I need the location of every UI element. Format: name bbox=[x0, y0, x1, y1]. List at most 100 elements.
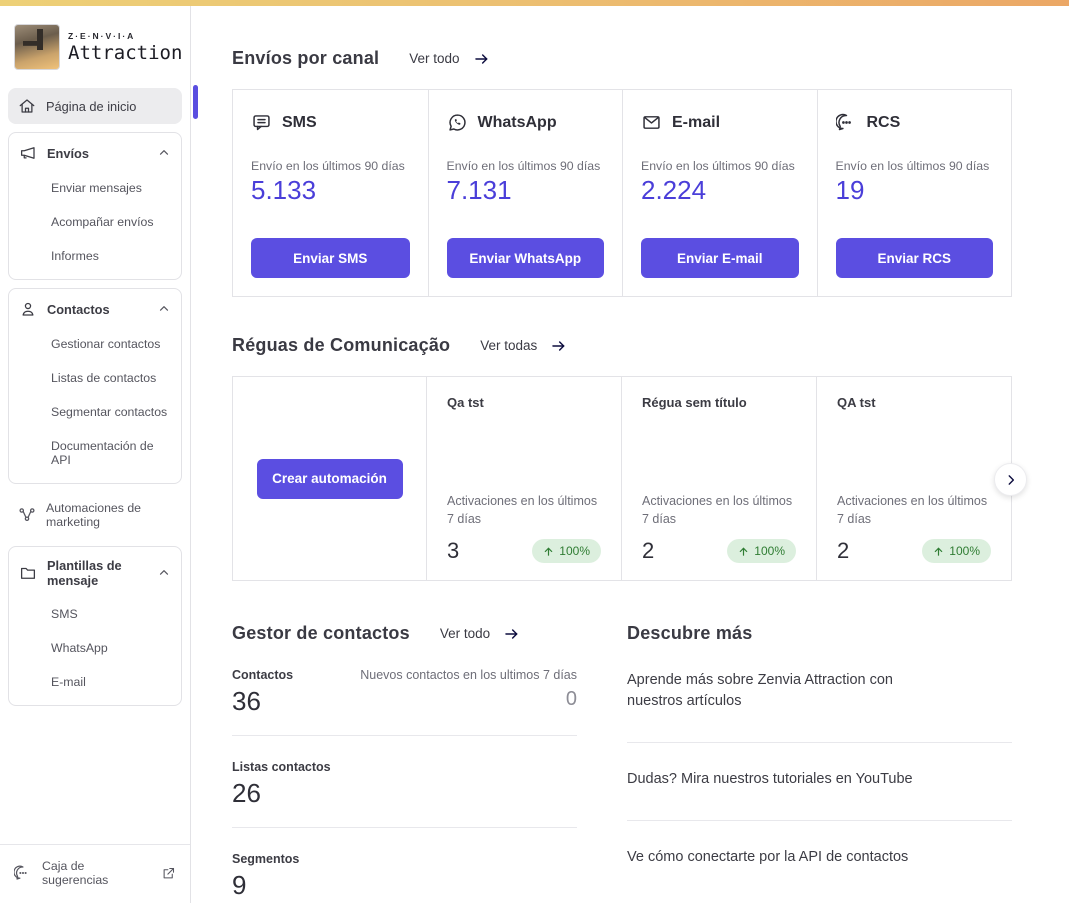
rule-card[interactable]: Régua sem título Activaciones en los últ… bbox=[621, 377, 816, 580]
whatsapp-icon bbox=[447, 112, 468, 133]
send-rcs-button[interactable]: Enviar RCS bbox=[835, 238, 993, 278]
channel-card-rcs: RCS Envío en los últimos 90 días 19 Envi… bbox=[816, 90, 1012, 296]
sidebar-item-label: Página de inicio bbox=[46, 98, 137, 114]
sidebar-item-automaciones[interactable]: Automaciones de marketing bbox=[8, 492, 182, 538]
sidebar-item-plantillas-sms[interactable]: SMS bbox=[9, 597, 181, 631]
sidebar-group-plantillas-header[interactable]: Plantillas de mensaje bbox=[9, 549, 181, 597]
rule-stat-label: Activaciones en los últimos 7 días bbox=[837, 493, 988, 526]
sidebar-group-envios-header[interactable]: Envíos bbox=[9, 135, 181, 171]
sidebar-group-envios: Envíos Enviar mensajes Acompañar envíos … bbox=[8, 132, 182, 280]
rules-section-title: Réguas de Comunicação bbox=[232, 335, 451, 355]
sidebar-group-label: Contactos bbox=[47, 301, 110, 317]
arrow-right-icon bbox=[549, 338, 569, 354]
arrow-up-icon bbox=[933, 546, 944, 557]
rule-name: QA tst bbox=[837, 395, 876, 410]
main-content: Envíos por canal Ver todo SMS Envío en l… bbox=[191, 6, 1069, 903]
channel-stat-label: Envío en los últimos 90 días bbox=[251, 159, 405, 173]
external-link-icon bbox=[161, 866, 176, 881]
rcs-icon bbox=[835, 112, 857, 133]
sms-icon bbox=[251, 112, 272, 133]
rule-create-cell: Crear automación bbox=[233, 377, 426, 580]
sidebar-group-contactos: Contactos Gestionar contactos Listas de … bbox=[8, 288, 182, 484]
rule-stat-value: 2 bbox=[837, 538, 850, 563]
channel-stat-label: Envío en los últimos 90 días bbox=[835, 159, 990, 173]
chevron-up-icon[interactable] bbox=[157, 146, 171, 160]
sidebar-item-plantillas-whatsapp[interactable]: WhatsApp bbox=[9, 631, 181, 665]
workflow-icon bbox=[18, 506, 36, 524]
stat-value: 26 bbox=[232, 778, 261, 808]
rule-stat-label: Activaciones en los últimos 7 días bbox=[642, 493, 793, 526]
sidebar: Z·E·N·V·I·A Attraction Página de inicio … bbox=[0, 6, 191, 903]
channel-stat-label: Envío en los últimos 90 días bbox=[641, 159, 795, 173]
channel-card-whatsapp: WhatsApp Envío en los últimos 90 días 7.… bbox=[427, 90, 623, 296]
rule-name: Régua sem título bbox=[642, 395, 747, 410]
create-automation-button[interactable]: Crear automación bbox=[256, 458, 403, 499]
chevron-up-icon[interactable] bbox=[157, 566, 171, 580]
arrow-up-icon bbox=[543, 546, 554, 557]
trend-badge: 100% bbox=[727, 539, 796, 563]
email-icon bbox=[641, 112, 662, 133]
channels-see-all-link[interactable]: Ver todo bbox=[409, 51, 491, 67]
person-icon bbox=[19, 300, 37, 318]
channel-card-sms: SMS Envío en los últimos 90 días 5.133 E… bbox=[233, 90, 428, 296]
trend-badge: 100% bbox=[922, 539, 991, 563]
sidebar-group-contactos-header[interactable]: Contactos bbox=[9, 291, 181, 327]
rule-stat-value: 2 bbox=[642, 538, 655, 563]
sidebar-group-plantillas: Plantillas de mensaje SMS WhatsApp E-mai… bbox=[8, 546, 182, 706]
stat-label: Segmentos bbox=[232, 852, 300, 866]
arrow-right-icon bbox=[502, 626, 522, 642]
sidebar-item-informes[interactable]: Informes bbox=[9, 239, 181, 273]
sidebar-item-segmentar-contactos[interactable]: Segmentar contactos bbox=[9, 395, 181, 429]
channel-stat-value: 19 bbox=[835, 175, 865, 205]
rule-card[interactable]: QA tst Activaciones en los últimos 7 día… bbox=[816, 377, 1011, 580]
channel-name: RCS bbox=[866, 113, 901, 131]
contacts-see-all-link[interactable]: Ver todo bbox=[440, 626, 522, 642]
sidebar-item-documentacion-api[interactable]: Documentación de API bbox=[9, 429, 181, 477]
sidebar-item-acompanar-envios[interactable]: Acompañar envíos bbox=[9, 205, 181, 239]
send-sms-button[interactable]: Enviar SMS bbox=[251, 238, 410, 278]
chevron-up-icon[interactable] bbox=[157, 302, 171, 316]
suggestion-box-link[interactable]: Caja de sugerencias bbox=[0, 844, 190, 903]
stat-side-label: Nuevos contactos en los ultimos 7 días bbox=[360, 668, 577, 682]
brand-logo-image bbox=[14, 24, 60, 70]
rules-card-row: Crear automación Qa tst Activaciones en … bbox=[232, 376, 1027, 581]
sidebar-item-gestionar-contactos[interactable]: Gestionar contactos bbox=[9, 327, 181, 361]
lists-stat-row: Listas contactos 26 bbox=[232, 736, 577, 828]
segments-stat-row: Segmentos 9 bbox=[232, 828, 577, 919]
rule-stat-value: 3 bbox=[447, 538, 460, 563]
channel-stat-label: Envío en los últimos 90 días bbox=[446, 159, 601, 173]
trend-badge: 100% bbox=[532, 539, 601, 563]
rules-see-all-link[interactable]: Ver todas bbox=[480, 338, 569, 354]
home-icon bbox=[18, 97, 36, 115]
megaphone-icon bbox=[19, 144, 37, 162]
channel-card-email: E-mail Envío en los últimos 90 días 2.22… bbox=[622, 90, 817, 296]
sidebar-item-plantillas-email[interactable]: E-mail bbox=[9, 665, 181, 699]
contacts-manager-section: Gestor de contactos Ver todo Contactos 3… bbox=[232, 623, 577, 919]
brand-name-top: Z·E·N·V·I·A bbox=[68, 30, 136, 41]
rule-name: Qa tst bbox=[447, 395, 484, 410]
chevron-right-icon bbox=[1004, 473, 1018, 487]
send-whatsapp-button[interactable]: Enviar WhatsApp bbox=[446, 238, 604, 278]
stat-label: Listas contactos bbox=[232, 760, 331, 774]
brand-logo[interactable]: Z·E·N·V·I·A Attraction bbox=[0, 6, 190, 84]
channel-name: WhatsApp bbox=[477, 113, 557, 131]
channel-name: SMS bbox=[282, 113, 317, 131]
sidebar-item-home[interactable]: Página de inicio bbox=[8, 88, 182, 124]
sidebar-item-enviar-mensajes[interactable]: Enviar mensajes bbox=[9, 171, 181, 205]
chat-bubble-icon bbox=[14, 864, 32, 882]
arrow-up-icon bbox=[738, 546, 749, 557]
stat-value: 9 bbox=[232, 870, 247, 900]
folder-icon bbox=[19, 564, 37, 582]
discover-link-articles[interactable]: Aprende más sobre Zenvia Attraction con … bbox=[627, 644, 1012, 744]
sidebar-group-label: Envíos bbox=[47, 145, 89, 161]
rule-card[interactable]: Qa tst Activaciones en los últimos 7 día… bbox=[426, 377, 621, 580]
suggestion-box-label: Caja de sugerencias bbox=[42, 859, 109, 887]
send-email-button[interactable]: Enviar E-mail bbox=[641, 238, 799, 278]
channel-name: E-mail bbox=[672, 113, 721, 131]
channel-stat-value: 7.131 bbox=[446, 175, 512, 205]
discover-link-youtube[interactable]: Dudas? Mira nuestros tutoriales en YouTu… bbox=[627, 743, 1012, 822]
carousel-next-button[interactable] bbox=[994, 463, 1027, 496]
sidebar-item-listas-de-contactos[interactable]: Listas de contactos bbox=[9, 361, 181, 395]
discover-link-api[interactable]: Ve cómo conectarte por la API de contact… bbox=[627, 821, 1012, 898]
stat-side-value: 0 bbox=[565, 688, 577, 710]
